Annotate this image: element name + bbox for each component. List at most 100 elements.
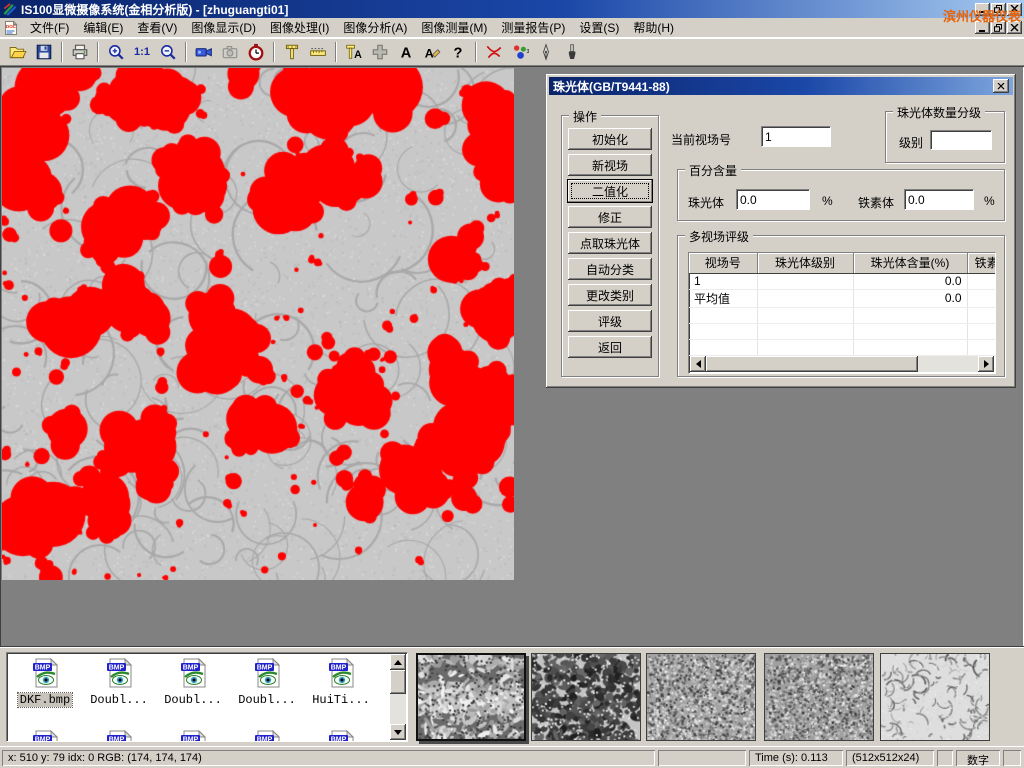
thumbnail-image-3[interactable] [646, 653, 756, 741]
text-icon: A [397, 43, 415, 61]
status-coordinates: x: 510 y: 79 idx: 0 RGB: (174, 174, 174) [2, 750, 655, 766]
ferrite-percent-input[interactable] [904, 189, 974, 210]
menu-settings[interactable]: 设置(S) [572, 17, 626, 38]
close-button[interactable] [1007, 3, 1022, 16]
actual-size-button[interactable]: 1:1 [129, 40, 155, 64]
curve-tool-button[interactable] [481, 40, 507, 64]
measure-text-button[interactable]: A [341, 40, 367, 64]
file-item[interactable]: BMP Doubl... [231, 657, 303, 707]
file-item[interactable]: BMP HuiTi... [305, 657, 377, 707]
print-button[interactable] [67, 40, 93, 64]
file-name: Doubl... [88, 693, 150, 707]
file-item[interactable]: BMP Doubl... [83, 657, 155, 707]
ruler-button[interactable] [305, 40, 331, 64]
scroll-left-button[interactable] [690, 356, 706, 372]
binarize-button[interactable]: 二值化 [568, 180, 652, 202]
particle-count-button[interactable]: 3 [507, 40, 533, 64]
file-item[interactable]: BMP [231, 729, 303, 742]
menu-view[interactable]: 查看(V) [130, 17, 184, 38]
menu-edit[interactable]: 编辑(E) [76, 17, 130, 38]
minimize-icon [978, 24, 987, 32]
thumbnail-image-5[interactable] [880, 653, 990, 741]
table-row-empty [689, 339, 996, 355]
pearlite-label: 珠光体 [688, 194, 724, 211]
thumbnail-image-4[interactable] [764, 653, 874, 741]
mdi-restore-button[interactable] [991, 21, 1006, 34]
zoom-in-button[interactable] [103, 40, 129, 64]
save-button[interactable] [31, 40, 57, 64]
file-item[interactable]: BMP [9, 729, 81, 742]
restore-button[interactable] [991, 3, 1006, 16]
bmp-file-icon: BMP [251, 657, 283, 689]
application-window: IS100显微摄像系统(金相分析版) - [zhuguangti01] 滨州仪器… [0, 0, 1024, 768]
zoom-out-button[interactable] [155, 40, 181, 64]
initialize-button[interactable]: 初始化 [568, 128, 652, 150]
menu-bar: DOC 文件(F) 编辑(E) 查看(V) 图像显示(D) 图像处理(I) 图像… [0, 18, 1024, 38]
caliper-button[interactable] [279, 40, 305, 64]
help-icon: ? [449, 43, 467, 61]
level-input[interactable] [930, 130, 992, 150]
multi-field-group-label: 多视场评级 [685, 228, 753, 245]
menu-image-display[interactable]: 图像显示(D) [184, 17, 263, 38]
toolbar-separator [185, 42, 187, 62]
status-mode: 数字 [956, 750, 1000, 766]
grading-group-label: 珠光体数量分级 [893, 104, 985, 121]
move-tool-button[interactable] [367, 40, 393, 64]
bmp-file-icon: BMP [177, 729, 209, 742]
scrollbar-thumb[interactable] [390, 670, 406, 694]
menu-measure-report[interactable]: 测量报告(P) [494, 17, 572, 38]
table-row[interactable]: 1 0.0 [689, 273, 996, 289]
scroll-up-button[interactable] [390, 654, 406, 670]
svg-text:?: ? [454, 45, 463, 60]
change-class-button[interactable]: 更改类别 [568, 284, 652, 306]
file-item[interactable]: BMP [305, 729, 377, 742]
file-item[interactable]: BMP [157, 729, 229, 742]
thumbnail-image-2[interactable] [531, 653, 641, 741]
mdi-close-button[interactable] [1007, 21, 1022, 34]
table-horizontal-scrollbar[interactable] [690, 356, 978, 372]
ruler-icon [309, 43, 327, 61]
pen-icon [537, 43, 555, 61]
thumbnail-image-1[interactable] [416, 653, 526, 741]
micrograph-image[interactable] [2, 68, 514, 580]
new-field-button[interactable]: 新视场 [568, 154, 652, 176]
brush-tool-button[interactable] [559, 40, 585, 64]
minimize-button[interactable] [975, 3, 990, 16]
scrollbar-thumb[interactable] [706, 356, 918, 372]
file-item[interactable]: BMP DKF.bmp [9, 657, 81, 707]
svg-text:BMP: BMP [331, 665, 347, 672]
timer-button[interactable] [243, 40, 269, 64]
menu-image-processing[interactable]: 图像处理(I) [263, 17, 336, 38]
dialog-close-button[interactable] [993, 79, 1009, 93]
text-tool-button[interactable]: A [393, 40, 419, 64]
help-button[interactable]: ? [445, 40, 471, 64]
mdi-minimize-button[interactable] [975, 21, 990, 34]
menu-image-measure[interactable]: 图像测量(M) [414, 17, 494, 38]
scroll-down-button[interactable] [390, 724, 406, 740]
bmp-file-icon: BMP [103, 657, 135, 689]
return-button[interactable]: 返回 [568, 336, 652, 358]
table-row-empty [689, 307, 996, 323]
video-capture-button[interactable] [191, 40, 217, 64]
current-field-input[interactable] [761, 126, 831, 147]
bottom-panel: BMP DKF.bmp BMP Doubl... BMP Doubl... BM… [0, 646, 1024, 746]
file-list-scrollbar[interactable] [390, 654, 406, 740]
table-row-average[interactable]: 平均值 0.0 [689, 289, 996, 307]
menu-image-analysis[interactable]: 图像分析(A) [336, 17, 414, 38]
correct-button[interactable]: 修正 [568, 206, 652, 228]
menu-file[interactable]: 文件(F) [23, 17, 76, 38]
pick-pearlite-button[interactable]: 点取珠光体 [568, 232, 652, 254]
bmp-file-icon: BMP [251, 729, 283, 742]
rate-button[interactable]: 评级 [568, 310, 652, 332]
scroll-right-button[interactable] [978, 356, 994, 372]
status-blank-panel [658, 750, 746, 766]
pen-tool-button[interactable] [533, 40, 559, 64]
pearlite-percent-input[interactable] [736, 189, 810, 210]
menu-help[interactable]: 帮助(H) [626, 17, 681, 38]
file-item[interactable]: BMP Doubl... [157, 657, 229, 707]
toolbar-separator [335, 42, 337, 62]
open-button[interactable] [5, 40, 31, 64]
auto-classify-button[interactable]: 自动分类 [568, 258, 652, 280]
file-item[interactable]: BMP [83, 729, 155, 742]
annotate-button[interactable]: A [419, 40, 445, 64]
